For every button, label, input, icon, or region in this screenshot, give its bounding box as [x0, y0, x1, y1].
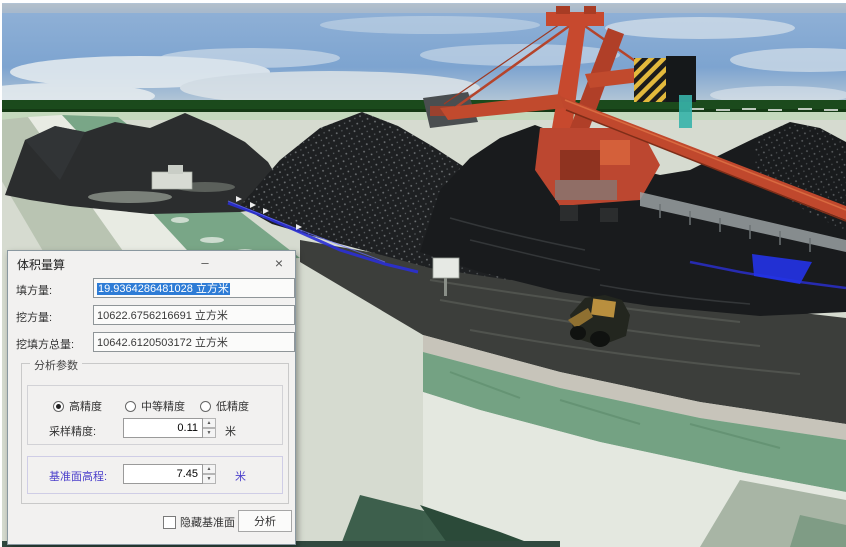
radio-high-precision[interactable]: 高精度 — [53, 398, 102, 414]
sky — [0, 0, 846, 112]
precision-radio-row: 高精度 中等精度 低精度 — [28, 398, 282, 412]
radio-low-label: 低精度 — [216, 398, 249, 414]
app-window: 体积量算 – × 填方量: 19.9364286481028 立方米 挖方量: … — [0, 0, 846, 547]
spinner-buttons[interactable]: ▲▼ — [203, 464, 216, 484]
radio-high-label: 高精度 — [69, 398, 102, 414]
analyze-button[interactable]: 分析 — [238, 510, 292, 532]
radio-medium-precision[interactable]: 中等精度 — [125, 398, 185, 414]
sampling-precision-spinner: ▲▼ — [123, 418, 216, 438]
counterweight-hazard-box — [634, 58, 668, 102]
datum-unit: 米 — [235, 468, 246, 484]
cut-volume-value: 10622.6756216691 立方米 — [97, 310, 228, 322]
analysis-params-title: 分析参数 — [30, 357, 82, 373]
precision-box: 高精度 中等精度 低精度 采样精度: ▲▼ 米 — [27, 385, 283, 445]
fill-volume-field[interactable]: 19.9364286481028 立方米 — [93, 278, 295, 298]
dialog-titlebar[interactable]: 体积量算 – × — [8, 251, 295, 273]
spinner-up-icon[interactable]: ▲ — [203, 464, 216, 474]
dialog-title: 体积量算 — [17, 256, 65, 273]
total-volume-field[interactable]: 10642.6120503172 立方米 — [93, 332, 295, 352]
frame-edge-left — [0, 0, 2, 547]
sampling-unit: 米 — [225, 423, 236, 439]
close-icon[interactable]: × — [266, 253, 292, 271]
fill-volume-value: 19.9364286481028 立方米 — [97, 283, 230, 295]
analysis-params-group: 分析参数 高精度 中等精度 低精度 采样精度: — [21, 363, 289, 504]
hide-datum-checkbox-row[interactable]: 隐藏基准面 — [163, 514, 235, 530]
cut-volume-field[interactable]: 10622.6756216691 立方米 — [93, 305, 295, 325]
volume-measurement-dialog: 体积量算 – × 填方量: 19.9364286481028 立方米 挖方量: … — [7, 250, 296, 545]
datum-elevation-input[interactable] — [123, 464, 203, 484]
frame-edge-top — [0, 0, 846, 3]
fill-volume-label: 填方量: — [16, 282, 94, 298]
sampling-precision-label: 采样精度: — [49, 423, 96, 439]
spinner-down-icon[interactable]: ▼ — [203, 428, 216, 438]
minimize-button[interactable]: – — [192, 253, 218, 271]
cut-volume-label: 挖方量: — [16, 309, 94, 325]
total-volume-label: 挖填方总量: — [16, 336, 94, 352]
radio-low-precision[interactable]: 低精度 — [200, 398, 249, 414]
radio-selected-icon — [53, 401, 64, 412]
treeline — [0, 100, 846, 113]
total-volume-value: 10642.6120503172 立方米 — [97, 337, 228, 349]
datum-box: 基准面高程: ▲▼ 米 — [27, 456, 283, 494]
spinner-down-icon[interactable]: ▼ — [203, 474, 216, 484]
datum-elevation-spinner: ▲▼ — [123, 464, 216, 484]
teal-chute-marker — [679, 95, 692, 128]
datum-elevation-label: 基准面高程: — [49, 468, 107, 484]
radio-unselected-icon — [125, 401, 136, 412]
radio-unselected-icon — [200, 401, 211, 412]
hide-datum-label: 隐藏基准面 — [180, 514, 235, 530]
checkbox-unchecked-icon[interactable] — [163, 516, 176, 529]
radio-medium-label: 中等精度 — [141, 398, 185, 414]
spinner-buttons[interactable]: ▲▼ — [203, 418, 216, 438]
spinner-up-icon[interactable]: ▲ — [203, 418, 216, 428]
sampling-precision-input[interactable] — [123, 418, 203, 438]
